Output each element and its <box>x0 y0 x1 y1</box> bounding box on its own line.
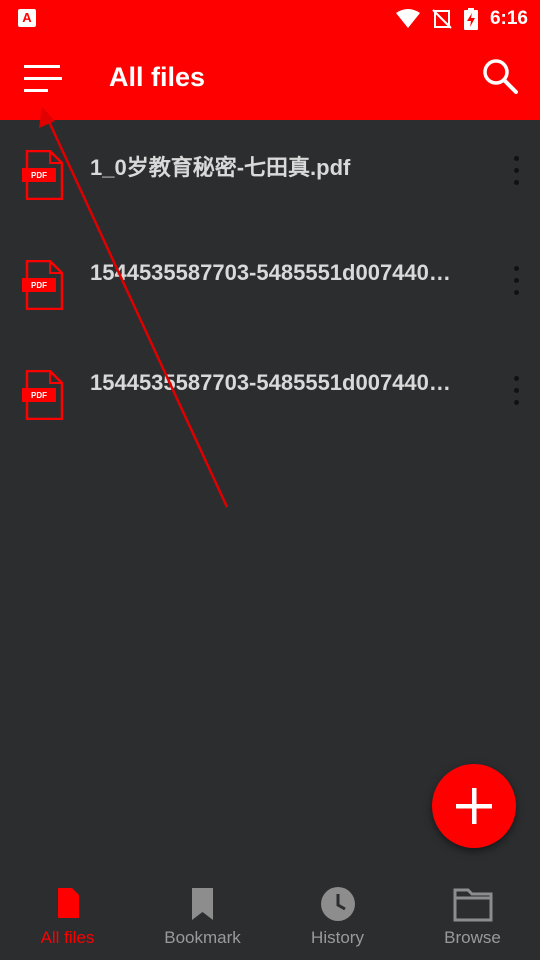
bottom-navigation: All files Bookmark History Browse <box>0 870 540 960</box>
list-item[interactable]: PDF 1544535587703-5485551d007440… <box>0 230 540 340</box>
battery-charging-icon <box>463 8 478 30</box>
wifi-icon <box>395 9 420 28</box>
menu-icon[interactable] <box>22 62 64 96</box>
file-icon <box>57 888 79 918</box>
search-icon[interactable] <box>482 58 518 94</box>
bookmark-icon <box>191 888 213 920</box>
list-item[interactable]: PDF 1_0岁教育秘密-七田真.pdf <box>0 120 540 230</box>
nav-item-browse[interactable]: Browse <box>405 870 540 960</box>
add-button[interactable] <box>432 764 516 848</box>
pdf-file-icon: PDF <box>22 150 64 200</box>
app-notification-icon: A <box>18 9 36 27</box>
file-name: 1544535587703-5485551d007440… <box>90 260 451 285</box>
nav-label: All files <box>40 928 95 947</box>
more-options-icon[interactable] <box>505 266 527 302</box>
list-item[interactable]: PDF 1544535587703-5485551d007440… <box>0 340 540 450</box>
more-options-icon[interactable] <box>505 376 527 412</box>
nav-label: History <box>311 928 364 947</box>
nav-item-all-files[interactable]: All files <box>0 870 135 960</box>
file-name: 1_0岁教育秘密-七田真.pdf <box>90 155 351 180</box>
status-icons: 6:16 <box>395 0 528 38</box>
more-options-icon[interactable] <box>505 156 527 192</box>
pdf-label: PDF <box>31 171 47 180</box>
clock-icon <box>320 887 355 921</box>
pdf-label: PDF <box>31 391 47 400</box>
folder-icon <box>453 888 492 922</box>
nav-label: Browse <box>444 928 501 947</box>
no-signal-icon <box>432 9 452 29</box>
nav-label: Bookmark <box>164 928 241 947</box>
plus-icon <box>456 788 492 824</box>
pdf-file-icon: PDF <box>22 370 64 420</box>
clock-time: 6:16 <box>489 8 528 29</box>
file-list: PDF 1_0岁教育秘密-七田真.pdf PDF 1544535587703-5… <box>0 120 540 450</box>
nav-item-history[interactable]: History <box>270 870 405 960</box>
app-toolbar: All files <box>0 38 540 120</box>
page-title: All files <box>109 62 206 92</box>
file-name: 1544535587703-5485551d007440… <box>90 370 451 395</box>
pdf-label: PDF <box>31 281 47 290</box>
nav-item-bookmark[interactable]: Bookmark <box>135 870 270 960</box>
pdf-file-icon: PDF <box>22 260 64 310</box>
status-bar: A 6:16 <box>0 0 540 38</box>
